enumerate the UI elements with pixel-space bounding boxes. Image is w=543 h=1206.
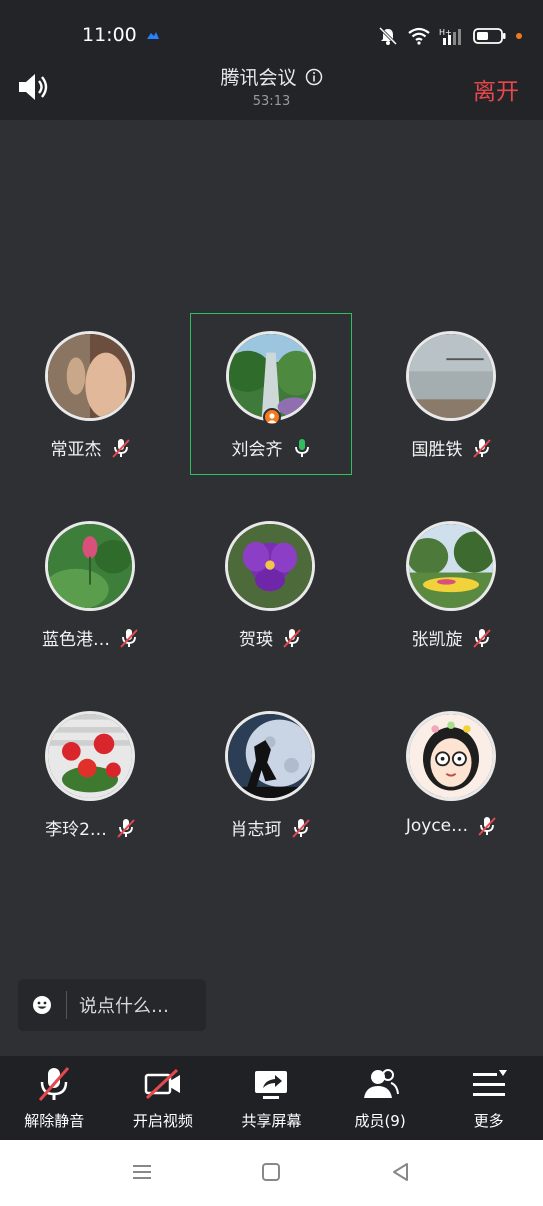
- avatar: [45, 331, 135, 421]
- home-icon[interactable]: [259, 1160, 283, 1184]
- hplus-signal-icon: H+: [439, 28, 461, 45]
- participant-name-row: 常亚杰: [10, 435, 172, 460]
- participant-name: 贺瑛: [239, 630, 273, 650]
- avatar: [406, 331, 496, 421]
- chat-divider: [66, 991, 67, 1019]
- members-icon: [364, 1069, 400, 1098]
- leave-button[interactable]: 离开: [473, 72, 519, 106]
- mic-muted-icon: [472, 438, 491, 458]
- participant-tile[interactable]: 李玲2…: [10, 694, 172, 856]
- toolbar-label: 开启视频: [132, 1112, 193, 1130]
- participant-name-row: 贺瑛: [190, 625, 352, 650]
- participant-name-row: 张凯旋: [371, 625, 533, 650]
- chat-input[interactable]: 说点什么…: [18, 979, 206, 1031]
- mic-muted-icon: [478, 817, 496, 836]
- chat-placeholder: 说点什么…: [79, 996, 169, 1017]
- participant-name: 国胜铁: [411, 440, 463, 460]
- status-bar: 11:00 H+: [0, 0, 543, 58]
- avatar: [225, 711, 315, 801]
- share-screen-icon: [255, 1071, 288, 1099]
- recent-apps-icon[interactable]: [130, 1160, 154, 1184]
- avatar: [45, 521, 135, 611]
- meeting-header: 腾讯会议 53:13 离开: [0, 58, 543, 120]
- avatar: [225, 521, 315, 611]
- mic-muted-icon: [120, 628, 138, 648]
- participant-name-row: 国胜铁: [371, 435, 533, 460]
- participant-name: Joyce…: [405, 816, 469, 836]
- participant-name-row: 李玲2…: [10, 815, 172, 840]
- cloud-icon: [147, 32, 159, 39]
- emoji-icon[interactable]: [32, 995, 52, 1015]
- mic-muted-icon: [291, 818, 310, 838]
- participant-name-row: 刘会齐: [191, 435, 353, 460]
- mic-muted-icon: [283, 628, 301, 648]
- meeting-title[interactable]: 腾讯会议: [220, 63, 322, 90]
- participant-tile[interactable]: 贺瑛: [190, 504, 352, 666]
- participant-name: 李玲2…: [45, 820, 107, 840]
- participant-tile[interactable]: 蓝色港…: [10, 504, 172, 666]
- mic-muted-icon: [117, 818, 135, 838]
- participant-name-row: 蓝色港…: [10, 625, 172, 650]
- participant-name-row: 肖志珂: [190, 815, 352, 840]
- participant-name: 蓝色港…: [42, 630, 110, 650]
- system-navigation-bar: [0, 1140, 543, 1206]
- notification-dot-icon: [516, 33, 522, 39]
- participant-tile[interactable]: 肖志珂: [190, 694, 352, 856]
- wifi-icon: [408, 27, 430, 45]
- info-icon[interactable]: [305, 68, 323, 86]
- more-button[interactable]: 更多: [434, 1056, 543, 1140]
- toolbar-label: 成员(9): [354, 1112, 406, 1130]
- mute-bell-icon: [378, 26, 398, 46]
- more-menu-icon: [472, 1070, 507, 1096]
- participant-tile[interactable]: Joyce…: [371, 694, 533, 856]
- toolbar-label: 更多: [473, 1112, 504, 1130]
- share-screen-button[interactable]: 共享屏幕: [217, 1056, 326, 1140]
- meeting-duration: 53:13: [252, 94, 291, 109]
- mic-muted-icon: [111, 438, 130, 458]
- participant-tile[interactable]: 国胜铁: [371, 314, 533, 476]
- participant-name: 刘会齐: [231, 440, 283, 460]
- toolbar-label: 解除静音: [24, 1112, 85, 1130]
- status-icons: H+: [377, 26, 523, 46]
- host-badge-icon: [263, 408, 281, 426]
- mic-active-icon: [294, 438, 309, 457]
- mic-muted-icon: [472, 628, 491, 648]
- avatar: [406, 521, 496, 611]
- toolbar-label: 共享屏幕: [241, 1112, 302, 1130]
- members-button[interactable]: 成员(9): [326, 1056, 435, 1140]
- unmute-button[interactable]: 解除静音: [0, 1056, 109, 1140]
- start-video-button[interactable]: 开启视频: [109, 1056, 218, 1140]
- meeting-title-text: 腾讯会议: [220, 67, 297, 89]
- bottom-toolbar: 解除静音 开启视频 共享屏幕 成员(9) 更多: [0, 1056, 543, 1140]
- participant-name: 肖志珂: [230, 820, 282, 840]
- participant-tile-speaking[interactable]: 刘会齐: [190, 313, 352, 475]
- avatar: [45, 711, 135, 801]
- participant-name-row: Joyce…: [371, 815, 533, 837]
- battery-icon: [473, 28, 506, 44]
- status-time: 11:00: [82, 24, 137, 46]
- participant-tile[interactable]: 常亚杰: [10, 314, 172, 476]
- avatar: [406, 711, 496, 801]
- video-off-icon: [144, 1068, 180, 1100]
- back-icon[interactable]: [389, 1160, 413, 1184]
- participant-tile[interactable]: 张凯旋: [371, 504, 533, 666]
- participant-name: 常亚杰: [50, 440, 102, 460]
- mic-muted-icon: [39, 1067, 70, 1101]
- participant-name: 张凯旋: [411, 630, 463, 650]
